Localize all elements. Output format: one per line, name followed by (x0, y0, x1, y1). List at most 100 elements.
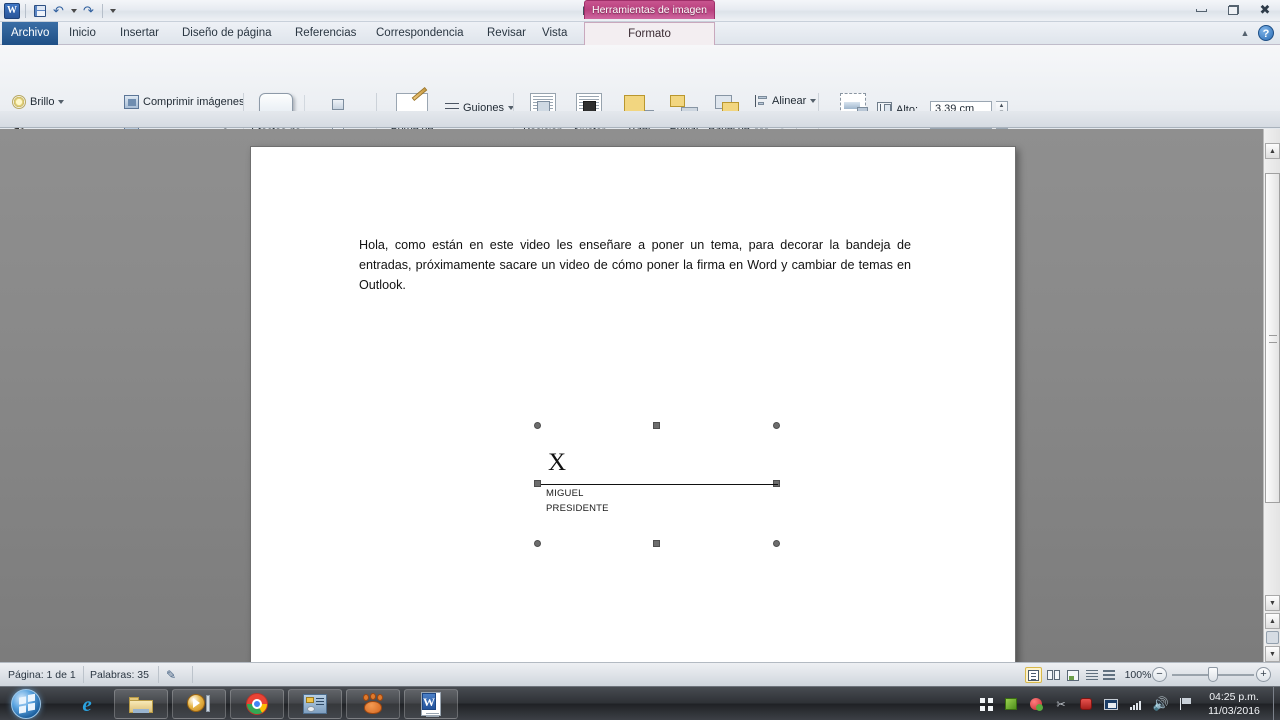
comprimir-imagenes-label: Comprimir imágenes (143, 96, 245, 108)
paw-icon (362, 693, 384, 714)
signature-x-mark: X (548, 449, 567, 476)
handle-top-right[interactable] (773, 422, 780, 429)
system-tray: ✂ 🔊 (978, 687, 1194, 720)
help-icon[interactable]: ? (1258, 25, 1274, 41)
handle-bottom-right[interactable] (773, 540, 780, 547)
tab-inicio[interactable]: Inicio (60, 22, 105, 45)
contextual-tab-picture-tools: Herramientas de imagen (584, 0, 715, 19)
ribbon-footer (0, 111, 1280, 128)
view-web-layout-button[interactable] (1064, 667, 1081, 683)
display-icon[interactable] (1103, 696, 1119, 712)
taskbar-item-media-player[interactable] (172, 689, 226, 719)
alto-stepper-up[interactable]: ▲ (996, 102, 1007, 110)
window-controls: ✖ (1190, 2, 1276, 18)
view-print-layout-button[interactable] (1025, 667, 1042, 683)
status-divider-1 (83, 666, 84, 683)
chevron-down-icon[interactable] (810, 99, 817, 103)
handle-top-center[interactable] (653, 422, 660, 429)
chrome-icon (246, 693, 268, 715)
vertical-scrollbar[interactable]: ▲ ▼ ▲ ▼ (1263, 129, 1280, 662)
status-word-count[interactable]: Palabras: 35 (90, 667, 149, 683)
chevron-down-icon[interactable] (58, 100, 65, 104)
document-page[interactable]: Hola, como están en este video les enseñ… (250, 146, 1016, 666)
taskbar-item-word[interactable]: W (404, 689, 458, 719)
ie-icon: e (82, 691, 92, 716)
view-full-screen-reading-button[interactable] (1045, 667, 1062, 683)
brillo-button[interactable]: Brillo (12, 95, 65, 109)
alinear-button[interactable]: Alinear (755, 95, 817, 107)
folder-icon (129, 695, 153, 714)
next-page-button[interactable]: ▼ (1265, 646, 1280, 662)
restore-button[interactable] (1222, 2, 1244, 18)
zoom-in-button[interactable]: + (1256, 667, 1271, 682)
taskbar-item-control-panel[interactable] (288, 689, 342, 719)
tab-referencias[interactable]: Referencias (286, 22, 365, 45)
handle-bottom-left[interactable] (534, 540, 541, 547)
flag-icon[interactable] (1178, 696, 1194, 712)
tab-insertar[interactable]: Insertar (111, 22, 168, 45)
show-desktop-button[interactable] (1273, 687, 1280, 720)
tab-formato[interactable]: Formato (584, 22, 715, 45)
word-window: W ↶ ↷ Hola - Microsoft Word ✖ Herramient… (0, 0, 1280, 720)
network-icon[interactable] (1128, 696, 1144, 712)
comprimir-imagenes-button[interactable]: Comprimir imágenes (124, 95, 244, 109)
word-icon: W (421, 692, 441, 716)
handle-top-left[interactable] (534, 422, 541, 429)
handle-bottom-center[interactable] (653, 540, 660, 547)
taskbar-item-windows-explorer[interactable] (114, 689, 168, 719)
taskbar: e W ✂ 🔊 04:25 p.m. 11/03/2016 (0, 686, 1280, 720)
minimize-button[interactable] (1190, 2, 1212, 18)
tab-revisar[interactable]: Revisar (478, 22, 535, 45)
tab-vista[interactable]: Vista (533, 22, 576, 45)
green-icon[interactable] (1003, 696, 1019, 712)
start-button[interactable] (2, 688, 50, 720)
alinear-label: Alinear (772, 95, 807, 107)
proofing-icon[interactable]: ✎ (166, 667, 176, 683)
tab-archivo[interactable]: Archivo (2, 22, 59, 45)
document-canvas[interactable]: Hola, como están en este video les enseñ… (0, 129, 1280, 666)
zoom-level[interactable]: 100% (1121, 667, 1155, 683)
align-icon (755, 95, 768, 107)
taskbar-item-internet-explorer[interactable]: e (60, 689, 114, 719)
signature-line-object[interactable]: X MIGUEL PRESIDENTE (534, 422, 780, 547)
control-panel-icon (303, 694, 327, 714)
tool-icon[interactable]: ✂ (1053, 696, 1069, 712)
shield-icon[interactable] (1028, 696, 1044, 712)
handle-middle-left[interactable] (534, 480, 541, 487)
windows-icon[interactable] (978, 696, 994, 712)
zoom-slider-knob[interactable] (1208, 667, 1218, 682)
status-page-indicator[interactable]: Página: 1 de 1 (8, 667, 76, 683)
brillo-label: Brillo (30, 96, 55, 108)
clock-time: 04:25 p.m. (1209, 691, 1259, 703)
signature-line (541, 484, 778, 485)
brightness-icon (12, 95, 26, 109)
zoom-out-button[interactable]: − (1152, 667, 1167, 682)
media-player-icon (187, 694, 211, 714)
ribbon-tab-strip: Archivo Inicio Insertar Diseño de página… (0, 22, 1280, 45)
taskbar-clock[interactable]: 04:25 p.m. 11/03/2016 (1198, 690, 1270, 718)
scroll-down-button[interactable]: ▼ (1265, 595, 1280, 611)
tab-diseno-de-pagina[interactable]: Diseño de página (173, 22, 281, 45)
clock-date: 11/03/2016 (1208, 705, 1260, 717)
previous-page-button[interactable]: ▲ (1265, 613, 1280, 629)
close-button[interactable]: ✖ (1254, 2, 1276, 18)
view-outline-button[interactable] (1083, 667, 1100, 683)
document-body-text[interactable]: Hola, como están en este video les enseñ… (359, 235, 911, 295)
status-bar: Página: 1 de 1 Palabras: 35 ✎ 100% − + (0, 662, 1280, 686)
scrollbar-thumb[interactable] (1265, 173, 1280, 503)
compress-pictures-icon (124, 95, 139, 109)
volume-icon[interactable]: 🔊 (1153, 696, 1169, 712)
signature-name: MIGUEL (546, 488, 584, 499)
signature-role: PRESIDENTE (546, 503, 609, 514)
record-icon[interactable] (1078, 696, 1094, 712)
scroll-up-button[interactable]: ▲ (1265, 143, 1280, 159)
nudge-shadow-up-icon[interactable] (331, 99, 346, 112)
view-draft-button[interactable] (1100, 667, 1117, 683)
taskbar-item-paw-app[interactable] (346, 689, 400, 719)
taskbar-item-chrome[interactable] (230, 689, 284, 719)
tab-correspondencia[interactable]: Correspondencia (367, 22, 473, 45)
status-divider-2 (158, 666, 159, 683)
collapse-ribbon-icon[interactable]: ▲ (1238, 26, 1252, 40)
browse-object-button[interactable] (1266, 631, 1279, 644)
windows-start-orb-icon (11, 689, 41, 719)
